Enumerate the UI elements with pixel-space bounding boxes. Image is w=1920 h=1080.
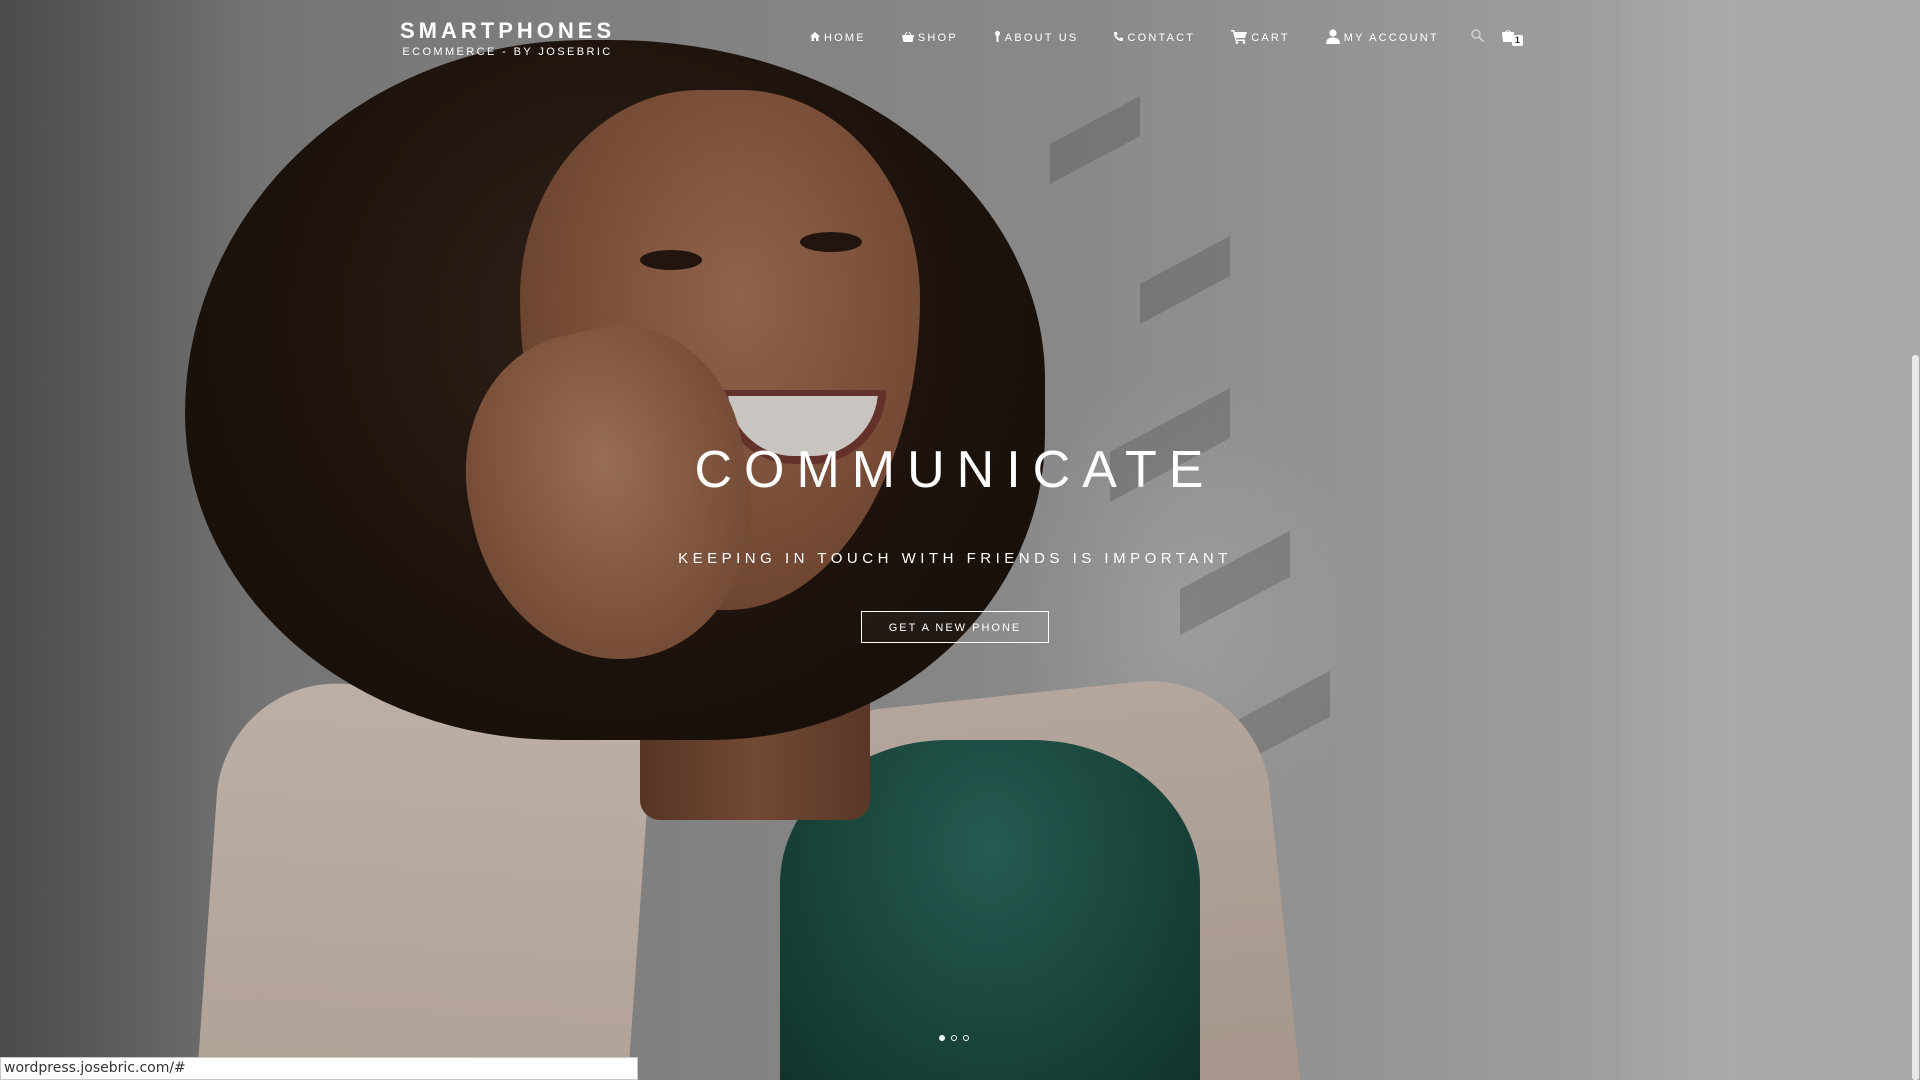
slider-dot[interactable]: [963, 1035, 969, 1041]
mini-cart-button[interactable]: 1: [1501, 29, 1523, 47]
hero-title: COMMUNICATE: [694, 441, 1216, 499]
hero-subtitle: KEEPING IN TOUCH WITH FRIENDS IS IMPORTA…: [678, 550, 1232, 567]
user-icon: [1325, 29, 1340, 47]
cart-count-badge: 1: [1511, 35, 1523, 46]
browser-status-bar: wordpress.josebric.com/#: [0, 1057, 638, 1080]
status-url: wordpress.josebric.com/#: [4, 1060, 186, 1076]
nav-item-contact[interactable]: CONTACT: [1114, 32, 1195, 44]
slider-dot[interactable]: [951, 1035, 957, 1041]
nav-item-label: MY ACCOUNT: [1343, 32, 1439, 44]
scrollbar-thumb[interactable]: [1912, 355, 1919, 1080]
main-nav: HOME SHOP ABOUT US CONTACT CART MY ACCOU…: [810, 29, 1523, 47]
site-title[interactable]: SMARTPHONES: [400, 18, 615, 44]
cart-icon: [1231, 29, 1248, 47]
nav-item-label: CONTACT: [1127, 32, 1196, 44]
search-icon[interactable]: [1471, 29, 1485, 47]
nav-item-about-us[interactable]: ABOUT US: [994, 31, 1079, 45]
nav-item-cart[interactable]: CART: [1231, 29, 1290, 47]
hero-caption: COMMUNICATE KEEPING IN TOUCH WITH FRIEND…: [0, 440, 1910, 643]
slider-dot[interactable]: [939, 1035, 945, 1041]
nav-item-shop[interactable]: SHOP: [901, 31, 958, 45]
pin-icon: [994, 31, 1001, 45]
site-brand[interactable]: SMARTPHONES ECOMMERCE - BY JOSEBRIC: [400, 18, 615, 60]
nav-item-my-account[interactable]: MY ACCOUNT: [1325, 29, 1439, 47]
slider-pagination: [939, 1035, 969, 1041]
nav-item-home[interactable]: HOME: [810, 32, 866, 44]
get-new-phone-button[interactable]: GET A NEW PHONE: [861, 611, 1049, 643]
nav-item-label: HOME: [824, 32, 866, 44]
phone-icon: [1114, 32, 1124, 44]
site-tagline: ECOMMERCE - BY JOSEBRIC: [402, 46, 613, 58]
basket-icon: [901, 31, 914, 45]
home-icon: [810, 32, 820, 44]
nav-item-label: SHOP: [917, 32, 958, 44]
nav-item-label: CART: [1251, 32, 1290, 44]
nav-item-label: ABOUT US: [1004, 32, 1079, 44]
page-scrollbar[interactable]: [1911, 0, 1920, 1080]
